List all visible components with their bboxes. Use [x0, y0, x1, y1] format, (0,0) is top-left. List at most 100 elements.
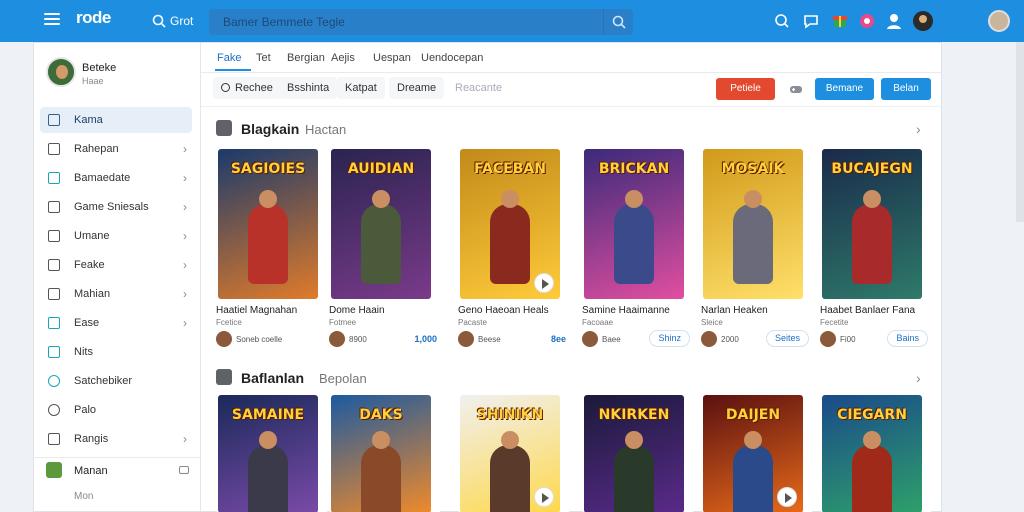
gamepad-icon[interactable] [789, 83, 803, 95]
sidebar-item-8[interactable]: Ease › [34, 310, 201, 336]
app-logo[interactable]: rode [76, 8, 111, 27]
notification-icon[interactable] [857, 11, 877, 31]
search-icon[interactable] [152, 14, 166, 28]
game-card[interactable]: DAKS [329, 393, 441, 512]
search-icon[interactable] [772, 11, 792, 31]
search-button[interactable] [603, 9, 633, 35]
game-thumbnail[interactable]: MOSAIK [703, 149, 803, 299]
game-thumbnail[interactable]: BUCAJEGN [822, 149, 922, 299]
toggle-icon[interactable] [179, 466, 189, 474]
game-card[interactable]: BRICKAN Samine Haaimanne Facoaae Baee Shinz [582, 147, 694, 352]
game-art-title: SHINIKN [476, 407, 544, 423]
game-card[interactable]: SAGIOIES Haatiel Magnahan Fcetice Soneb coe… [216, 147, 328, 352]
profile-name[interactable]: Beteke [82, 62, 116, 74]
avatar [329, 331, 345, 347]
game-thumbnail[interactable]: SAGIOIES [218, 149, 318, 299]
game-thumbnail[interactable]: BRICKAN [584, 149, 684, 299]
sidebar-item-7[interactable]: Mahian › [34, 281, 201, 307]
game-card[interactable]: SHINIKN [458, 393, 570, 512]
game-art-title: DAIJEN [725, 407, 781, 423]
sidebar-app-label[interactable]: Manan [74, 465, 108, 477]
gift-icon[interactable] [830, 11, 850, 31]
play-icon[interactable] [777, 487, 797, 507]
game-card[interactable]: BUCAJEGN Haabet Banlaer Fana Fecetite Fi00 B… [820, 147, 932, 352]
game-card[interactable]: NKIRKEN [582, 393, 694, 512]
game-action-pill[interactable]: Shinz [649, 330, 690, 347]
play-icon[interactable] [534, 487, 554, 507]
tab-2[interactable]: Tet [256, 52, 271, 64]
chevron-right-icon[interactable]: › [916, 121, 921, 137]
sidebar-item-2[interactable]: Rahepan › [34, 136, 201, 162]
profile-avatar[interactable] [46, 57, 76, 87]
sidebar-item-5[interactable]: Umane › [34, 223, 201, 249]
sidebar-item-label: Nits [74, 346, 93, 358]
game-title[interactable]: Geno Haeoan Heals [458, 305, 570, 316]
sidebar-item-10[interactable]: Satchebiker [34, 368, 201, 394]
game-thumbnail[interactable]: FACEBAN [460, 149, 560, 299]
tab-1[interactable]: Fake [217, 52, 241, 64]
game-action-pill[interactable]: Bains [887, 330, 928, 347]
account-avatar[interactable] [988, 10, 1010, 32]
filter-chip-4[interactable]: Dreame [389, 77, 445, 99]
square-icon [48, 259, 60, 271]
tertiary-action-button[interactable]: Belan [881, 78, 931, 100]
game-art-title: BUCAJEGN [831, 161, 913, 177]
game-card[interactable]: MOSAIK Narlan Heaken Sleice 2000 Seites [701, 147, 813, 352]
chat-icon[interactable] [801, 11, 821, 31]
tab-4[interactable]: Aejis [331, 52, 355, 64]
sidebar-item-6[interactable]: Feake › [34, 252, 201, 278]
game-thumbnail[interactable]: DAKS [331, 395, 431, 512]
search-icon [612, 15, 626, 29]
game-card[interactable]: FACEBAN Geno Haeoan Heals Pacaste Beese 8ee [458, 147, 570, 352]
sidebar-item-11[interactable]: Palo [34, 397, 201, 423]
filter-chip-5[interactable]: Reacante [447, 77, 510, 99]
secondary-action-button[interactable]: Bemane [815, 78, 874, 100]
tab-6[interactable]: Uendocepan [421, 52, 483, 64]
play-icon[interactable] [534, 273, 554, 293]
game-title[interactable]: Dome Haain [329, 305, 441, 316]
primary-action-button[interactable]: Petiele [716, 78, 775, 100]
game-card[interactable]: DAIJEN [701, 393, 813, 512]
chevron-right-icon: › [183, 316, 187, 330]
filter-chip-2[interactable]: Bsshinta [279, 77, 338, 99]
game-action-pill[interactable]: Seites [765, 330, 809, 347]
game-title[interactable]: Samine Haaimanne [582, 305, 694, 316]
clock-icon [48, 375, 60, 387]
game-thumbnail[interactable]: CIEGARN [822, 395, 922, 512]
search-input[interactable] [223, 12, 603, 32]
character-illustration [361, 190, 401, 284]
sidebar-item-3[interactable]: Bamaedate › [34, 165, 201, 191]
scrollbar[interactable] [1016, 42, 1024, 222]
chevron-right-icon[interactable]: › [916, 370, 921, 386]
sidebar-item-4[interactable]: Game Sniesals › [34, 194, 201, 220]
menu-icon[interactable] [44, 13, 60, 25]
tab-3[interactable]: Bergian [287, 52, 325, 64]
filter-chip-3[interactable]: Katpat [337, 77, 385, 99]
game-thumbnail[interactable]: SAMAINE [218, 395, 318, 512]
user-avatar[interactable] [913, 11, 933, 31]
game-card[interactable]: AUIDIAN Dome Haain Fotmee 8900 1,000 [329, 147, 441, 352]
game-thumbnail[interactable]: NKIRKEN [584, 395, 684, 512]
sidebar-item-12[interactable]: Rangis › [34, 426, 201, 452]
search-label[interactable]: Grot [170, 14, 193, 28]
game-thumbnail[interactable]: SHINIKN [460, 395, 560, 512]
game-card[interactable]: CIEGARN [820, 393, 932, 512]
sidebar: Beteke Haae Kama Rahepan › Bamaedate › Game S… [34, 43, 201, 511]
section-icon [216, 120, 232, 136]
game-thumbnail[interactable]: DAIJEN [703, 395, 803, 512]
section-subtitle: Bepolan [319, 371, 367, 386]
character-illustration [852, 431, 892, 512]
game-card[interactable]: SAMAINE [216, 393, 328, 512]
game-title[interactable]: Narlan Heaken [701, 305, 813, 316]
game-thumbnail[interactable]: AUIDIAN [331, 149, 431, 299]
active-tab-indicator [215, 69, 251, 71]
sidebar-footer[interactable]: Mon [74, 491, 93, 502]
sidebar-item-1[interactable]: Kama [40, 107, 192, 133]
filter-chip-1[interactable]: Rechee [213, 77, 281, 99]
game-meta: Beese [478, 335, 501, 344]
game-title[interactable]: Haatiel Magnahan [216, 305, 328, 316]
game-title[interactable]: Haabet Banlaer Fana [820, 305, 932, 316]
profile-icon[interactable] [884, 11, 904, 31]
sidebar-item-9[interactable]: Nits [34, 339, 201, 365]
tab-5[interactable]: Uespan [373, 52, 411, 64]
